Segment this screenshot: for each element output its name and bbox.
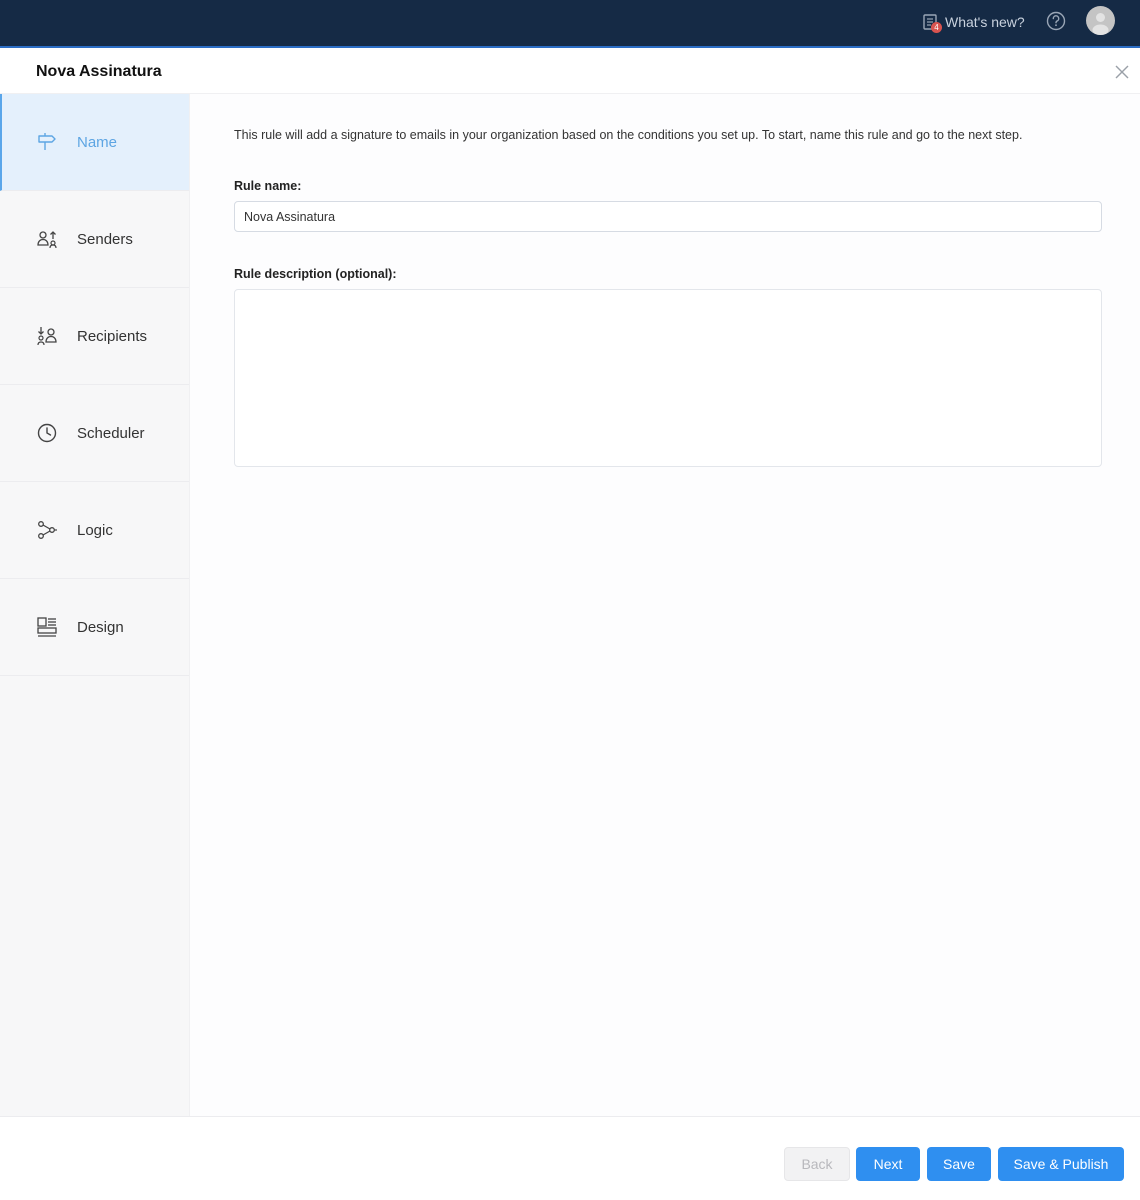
sidebar-item-label: Logic — [77, 521, 113, 539]
recipients-icon — [36, 325, 58, 347]
wizard-footer: Back Next Save Save & Publish — [0, 1116, 1140, 1200]
save-button[interactable]: Save — [927, 1147, 991, 1181]
design-layout-icon — [36, 616, 58, 638]
close-icon[interactable] — [1113, 63, 1131, 81]
step-content: This rule will add a signature to emails… — [190, 94, 1140, 1116]
sidebar-item-label: Design — [77, 618, 124, 636]
sidebar-item-senders[interactable]: Senders — [0, 191, 189, 288]
logic-flow-icon — [36, 519, 58, 541]
sidebar-item-label: Recipients — [77, 327, 148, 345]
rule-description-textarea[interactable] — [234, 289, 1102, 467]
dialog-header: Nova Assinatura — [0, 50, 1140, 94]
sidebar-item-name[interactable]: Name — [0, 94, 189, 191]
sidebar-item-design[interactable]: Design — [0, 579, 189, 676]
sidebar-item-scheduler[interactable]: Scheduler — [0, 385, 189, 482]
top-navigation-bar: 4 What's new? — [0, 0, 1140, 48]
step-intro-text: This rule will add a signature to emails… — [234, 128, 1023, 142]
help-circle-icon[interactable] — [1045, 10, 1067, 32]
sidebar-item-label: Scheduler — [77, 424, 145, 442]
next-button[interactable]: Next — [856, 1147, 920, 1181]
signpost-icon — [36, 131, 58, 153]
back-button[interactable]: Back — [784, 1147, 850, 1181]
wizard-steps-sidebar: Name Senders Recipients Scheduler Logic … — [0, 94, 190, 1116]
notification-badge: 4 — [931, 22, 942, 33]
rule-description-label: Rule description (optional): — [234, 267, 397, 281]
rule-name-input[interactable] — [234, 201, 1102, 232]
senders-icon — [36, 228, 58, 250]
sidebar-item-recipients[interactable]: Recipients — [0, 288, 189, 385]
clock-icon — [36, 422, 58, 444]
news-icon: 4 — [921, 12, 942, 33]
page-title: Nova Assinatura — [36, 63, 162, 80]
save-and-publish-button[interactable]: Save & Publish — [998, 1147, 1124, 1181]
user-avatar[interactable] — [1086, 6, 1115, 35]
whats-new-button[interactable]: 4 What's new? — [921, 10, 1025, 34]
whats-new-label: What's new? — [945, 14, 1025, 30]
sidebar-item-label: Senders — [77, 230, 133, 248]
sidebar-item-logic[interactable]: Logic — [0, 482, 189, 579]
rule-name-label: Rule name: — [234, 179, 302, 193]
sidebar-item-label: Name — [77, 133, 118, 151]
